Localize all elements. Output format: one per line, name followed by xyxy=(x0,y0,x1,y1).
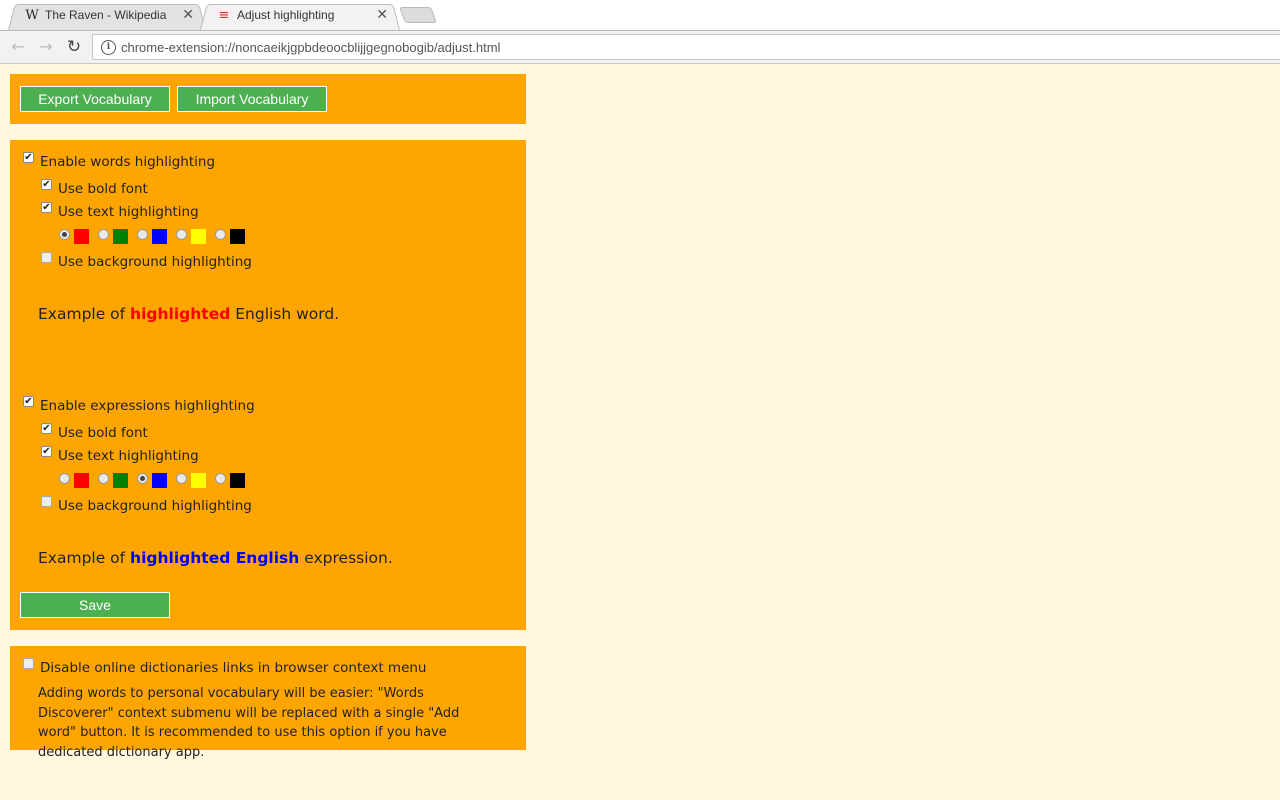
expressions-color-swatch-blue xyxy=(152,473,167,488)
words-color-swatch-red xyxy=(74,229,89,244)
expressions-color-swatch-yellow xyxy=(191,473,206,488)
words-bold-label: Use bold font xyxy=(58,181,148,197)
words-color-radio-blue[interactable] xyxy=(137,229,148,240)
example-text: Example of xyxy=(38,549,131,567)
expressions-color-radio-red[interactable] xyxy=(59,473,70,484)
enable-expressions-checkbox[interactable]: ✔ xyxy=(23,396,34,407)
example-text: expression. xyxy=(299,549,393,567)
expressions-color-radio-green[interactable] xyxy=(98,473,109,484)
expressions-color-swatch-black xyxy=(230,473,245,488)
words-bg-label: Use background highlighting xyxy=(58,254,252,270)
disable-dictionaries-description: Adding words to personal vocabulary will… xyxy=(38,686,460,760)
expressions-color-radio-yellow[interactable] xyxy=(176,473,187,484)
words-color-swatch-yellow xyxy=(191,229,206,244)
address-url: chrome-extension://noncaeikjgpbdeoocblij… xyxy=(121,40,501,55)
context-menu-panel: Disable online dictionaries links in bro… xyxy=(10,646,526,760)
expressions-color-radio-black[interactable] xyxy=(215,473,226,484)
highlighting-panel: ✔ Enable words highlighting ✔ Use bold f… xyxy=(10,140,526,630)
expressions-bg-checkbox[interactable] xyxy=(41,496,52,507)
words-color-radio-yellow[interactable] xyxy=(176,229,187,240)
tab-title: Adjust highlighting xyxy=(237,8,335,22)
words-color-swatch-black xyxy=(230,229,245,244)
expressions-text-checkbox[interactable]: ✔ xyxy=(41,446,52,457)
example-text: Example of xyxy=(38,305,131,323)
expressions-color-swatch-green xyxy=(113,473,128,488)
words-color-swatch-blue xyxy=(152,229,167,244)
disable-dictionaries-label: Disable online dictionaries links in bro… xyxy=(40,660,427,676)
enable-words-label: Enable words highlighting xyxy=(40,154,216,170)
words-example: Example of highlighted English word. xyxy=(38,305,339,323)
words-text-checkbox[interactable]: ✔ xyxy=(41,202,52,213)
reload-icon[interactable]: ↻ xyxy=(64,37,84,57)
expressions-bg-label: Use background highlighting xyxy=(58,498,252,514)
example-highlighted-expression: highlighted English xyxy=(130,549,300,567)
words-text-label: Use text highlighting xyxy=(58,204,199,220)
tab-strip: W The Raven - Wikipedia ✕ ≡ Adjust highl… xyxy=(0,0,1280,30)
tab-the-raven[interactable]: W The Raven - Wikipedia ✕ xyxy=(8,2,206,30)
expressions-text-label: Use text highlighting xyxy=(58,448,199,464)
expressions-bold-label: Use bold font xyxy=(58,425,148,441)
vocabulary-panel: Export Vocabulary Import Vocabulary xyxy=(10,74,526,124)
import-vocabulary-button[interactable]: Import Vocabulary xyxy=(177,86,327,112)
enable-words-checkbox[interactable]: ✔ xyxy=(23,152,34,163)
words-color-radio-red[interactable] xyxy=(59,229,70,240)
export-vocabulary-button[interactable]: Export Vocabulary xyxy=(20,86,170,112)
expressions-color-swatch-red xyxy=(74,473,89,488)
expressions-bold-checkbox[interactable]: ✔ xyxy=(41,423,52,434)
disable-dictionaries-checkbox[interactable] xyxy=(23,658,34,669)
browser-toolbar: ← → ↻ i chrome-extension://noncaeikjgpbd… xyxy=(0,30,1280,64)
address-bar[interactable]: i chrome-extension://noncaeikjgpbdeoocbl… xyxy=(92,34,1280,60)
words-color-radio-green[interactable] xyxy=(98,229,109,240)
expressions-example: Example of highlighted English expressio… xyxy=(38,549,393,567)
info-icon[interactable]: i xyxy=(101,40,116,55)
expressions-color-radio-blue[interactable] xyxy=(137,473,148,484)
wikipedia-icon: W xyxy=(25,8,39,23)
example-highlighted-word: highlighted xyxy=(130,305,231,323)
close-icon[interactable]: ✕ xyxy=(376,7,388,23)
words-color-radio-black[interactable] xyxy=(215,229,226,240)
new-tab-button[interactable] xyxy=(399,7,437,23)
back-arrow-icon[interactable]: ← xyxy=(8,37,28,57)
tab-adjust-highlighting[interactable]: ≡ Adjust highlighting ✕ xyxy=(200,2,400,30)
enable-expressions-label: Enable expressions highlighting xyxy=(40,398,255,414)
words-color-swatch-green xyxy=(113,229,128,244)
extension-page-icon: ≡ xyxy=(218,8,230,23)
forward-arrow-icon[interactable]: → xyxy=(36,37,56,57)
save-button[interactable]: Save xyxy=(20,592,170,618)
tab-title: The Raven - Wikipedia xyxy=(45,8,167,22)
words-bg-checkbox[interactable] xyxy=(41,252,52,263)
close-icon[interactable]: ✕ xyxy=(182,7,194,23)
words-bold-checkbox[interactable]: ✔ xyxy=(41,179,52,190)
example-text: English word. xyxy=(230,305,340,323)
